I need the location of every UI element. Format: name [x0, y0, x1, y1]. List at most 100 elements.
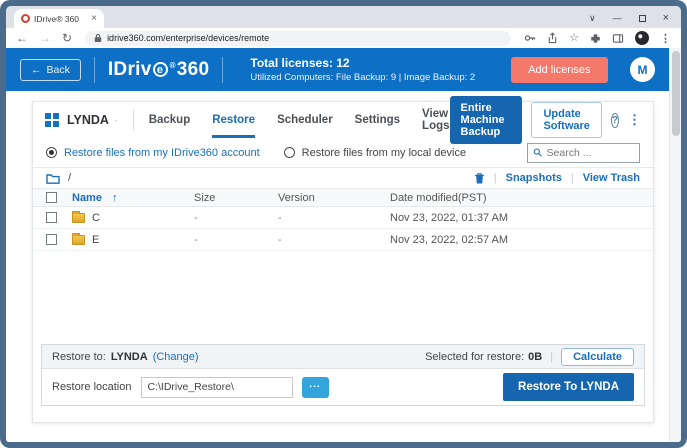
browser-tab-strip: IDrive® 360 × ∨ — ×: [6, 6, 681, 28]
machine-row: LYNDA Backup Restore Scheduler Settings …: [33, 96, 653, 144]
restore-source-row: Restore files from my IDrive360 account …: [33, 138, 653, 167]
table-row[interactable]: C - - Nov 23, 2022, 01:37 AM: [33, 207, 653, 229]
back-button-label: Back: [46, 63, 70, 76]
close-window-icon[interactable]: ×: [663, 13, 669, 24]
logo-e-mark: e: [152, 62, 168, 77]
edit-pencil-icon[interactable]: [115, 115, 117, 126]
tab-backup[interactable]: Backup: [149, 102, 191, 138]
address-bar[interactable]: idrive360.com/enterprise/devices/remote: [85, 30, 512, 46]
snapshots-link[interactable]: Snapshots: [506, 172, 562, 184]
change-link[interactable]: (Change): [153, 351, 199, 363]
search-icon: [533, 148, 542, 157]
scrollbar-thumb[interactable]: [672, 51, 680, 136]
calculate-button[interactable]: Calculate: [561, 347, 634, 366]
restore-to-label: Restore to:: [52, 350, 106, 363]
page-scrollbar[interactable]: [669, 48, 681, 442]
tab-search-chevron-icon[interactable]: ∨: [589, 14, 596, 23]
restore-footer: Restore to: LYNDA (Change) Selected for …: [41, 344, 645, 406]
column-header-size[interactable]: Size: [194, 192, 278, 204]
idrive360-logo: IDriv e ® 360: [108, 59, 210, 81]
help-icon[interactable]: ?: [610, 112, 619, 128]
row-checkbox[interactable]: [46, 212, 57, 223]
logo-registered-mark: ®: [169, 60, 176, 70]
list-actions: | Snapshots | View Trash: [474, 172, 640, 185]
tab-scheduler[interactable]: Scheduler: [277, 102, 333, 138]
machine-actions: Entire Machine Backup Update Software ? …: [449, 96, 641, 144]
toolbar-icons: ☆ ⋮: [524, 31, 671, 45]
selected-for-restore-value: 0B: [528, 350, 543, 363]
row-name[interactable]: C: [92, 212, 100, 224]
update-software-button[interactable]: Update Software: [531, 102, 602, 138]
radio-restore-from-account[interactable]: Restore files from my IDrive360 account: [46, 147, 260, 159]
browser-tab[interactable]: IDrive® 360 ×: [14, 9, 104, 28]
select-all-checkbox[interactable]: [46, 192, 57, 203]
view-trash-link[interactable]: View Trash: [583, 172, 640, 184]
maximize-icon[interactable]: [638, 15, 646, 22]
back-nav-icon[interactable]: ←: [16, 32, 28, 44]
url-text: idrive360.com/enterprise/devices/remote: [107, 33, 270, 43]
tab-restore[interactable]: Restore: [212, 102, 256, 138]
column-header-name[interactable]: Name: [72, 192, 102, 204]
radio-restore-from-local[interactable]: Restore files from my local device: [283, 147, 466, 159]
row-version: -: [278, 211, 282, 224]
search-box: [527, 142, 640, 163]
column-header-date[interactable]: Date modified(PST): [390, 192, 640, 204]
minimize-icon[interactable]: —: [613, 14, 622, 23]
table-header: Name ↑ Size Version Date modified(PST): [33, 188, 653, 207]
bookmark-star-icon[interactable]: ☆: [569, 32, 579, 44]
browse-button[interactable]: ...: [301, 376, 329, 398]
row-version: -: [278, 233, 282, 246]
tab-settings[interactable]: Settings: [355, 102, 400, 138]
row-date: Nov 23, 2022, 02:57 AM: [390, 233, 509, 246]
device-card: LYNDA Backup Restore Scheduler Settings …: [32, 96, 654, 423]
breadcrumb-row: / | Snapshots | View Trash: [33, 167, 653, 188]
chrome-profile-avatar[interactable]: [635, 31, 649, 45]
selected-for-restore-label: Selected for restore:: [425, 350, 525, 363]
add-licenses-button[interactable]: Add licenses: [511, 56, 608, 83]
breadcrumb-path[interactable]: /: [68, 172, 71, 184]
side-panel-icon[interactable]: [612, 33, 624, 44]
restore-location-input[interactable]: [140, 376, 293, 398]
browser-toolbar: ← → ↻ idrive360.com/enterprise/devices/r…: [6, 28, 681, 48]
folder-path-icon[interactable]: [46, 173, 60, 184]
reload-icon[interactable]: ↻: [62, 32, 72, 44]
browser-window: IDrive® 360 × ∨ — × ← → ↻ idrive360.com/…: [6, 6, 681, 442]
separator: |: [550, 350, 554, 363]
sort-ascending-icon: ↑: [111, 191, 118, 204]
row-size: -: [194, 233, 198, 246]
user-avatar[interactable]: M: [630, 57, 655, 82]
row-name[interactable]: E: [92, 234, 99, 246]
share-icon[interactable]: [547, 32, 558, 44]
tab-view-logs[interactable]: View Logs: [422, 102, 449, 138]
more-options-kebab-icon[interactable]: ⋮: [628, 112, 641, 128]
header-divider-2: [222, 56, 224, 83]
table-row[interactable]: E - - Nov 23, 2022, 02:57 AM: [33, 229, 653, 251]
search-input[interactable]: [546, 146, 634, 159]
machine-name: LYNDA: [67, 113, 109, 127]
separator: |: [493, 172, 497, 184]
restore-location-row: Restore location ... Restore To LYNDA: [42, 369, 644, 405]
browser-viewport: ← Back IDriv e ® 360 Total licenses: 12 …: [6, 48, 681, 442]
row-checkbox[interactable]: [46, 234, 57, 245]
extensions-puzzle-icon[interactable]: [590, 33, 601, 44]
delete-trash-icon[interactable]: [474, 172, 485, 185]
back-button[interactable]: ← Back: [20, 58, 81, 81]
folder-icon: [72, 232, 85, 245]
restore-to-lynda-button[interactable]: Restore To LYNDA: [503, 373, 634, 401]
page-body: LYNDA Backup Restore Scheduler Settings …: [6, 91, 669, 442]
entire-machine-backup-button[interactable]: Entire Machine Backup: [449, 96, 523, 144]
logo-360: 360: [176, 58, 210, 80]
radio-account-label: Restore files from my IDrive360 account: [64, 146, 260, 159]
app-header: ← Back IDriv e ® 360 Total licenses: 12 …: [6, 48, 669, 91]
lock-icon: [94, 33, 102, 42]
chrome-menu-kebab-icon[interactable]: ⋮: [660, 32, 671, 45]
tab-close-icon[interactable]: ×: [91, 13, 97, 24]
key-icon[interactable]: [524, 32, 536, 44]
windows-logo-icon: [45, 113, 59, 127]
radio-selected-icon: [46, 147, 57, 158]
separator: |: [570, 172, 574, 184]
idrive-favicon-icon: [21, 14, 30, 23]
window-frame: IDrive® 360 × ∨ — × ← → ↻ idrive360.com/…: [0, 0, 687, 448]
forward-nav-icon[interactable]: →: [39, 32, 51, 44]
column-header-version[interactable]: Version: [278, 192, 390, 204]
